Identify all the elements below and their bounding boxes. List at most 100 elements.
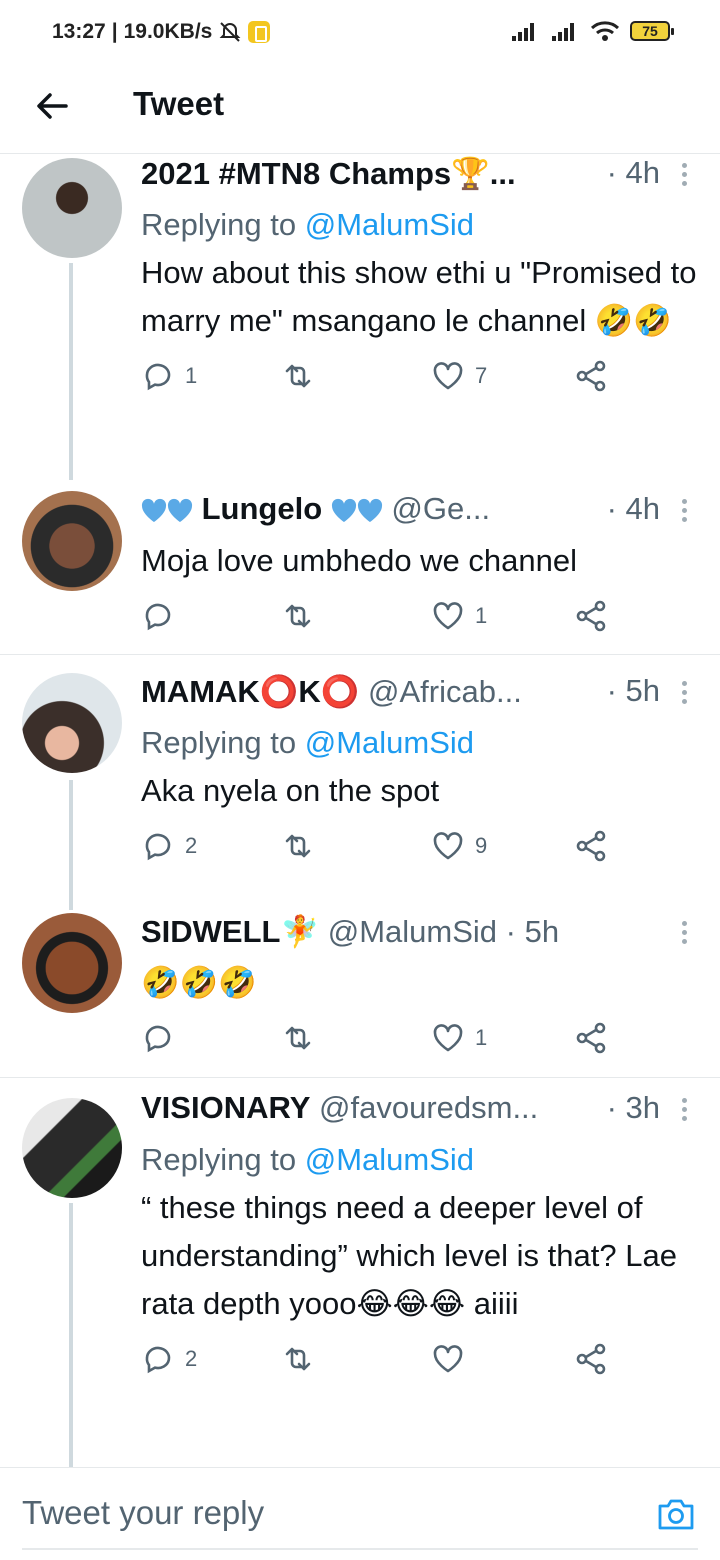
retweet-icon (285, 834, 311, 858)
share-icon (576, 1022, 606, 1054)
tweet-actions: 1 (141, 599, 700, 639)
alarm-off-icon (219, 22, 241, 42)
share-icon (576, 600, 606, 632)
tweet-item[interactable]: 2021 #MTN8 Champs🏆... · 4h Replying to @… (0, 155, 720, 480)
tweet-item[interactable]: Lungelo @Ge... · 4h Moja love umbhedo we… (0, 480, 720, 655)
like-count: 1 (475, 1025, 488, 1050)
tweet-time: · 4h (606, 155, 660, 190)
top-app-bar: Tweet (0, 64, 720, 154)
replying-to: Replying to @MalumSid (141, 207, 475, 242)
tweet-time: · 4h (606, 491, 660, 526)
tweet-actions: 1 7 (141, 359, 700, 399)
reply-button[interactable] (141, 599, 175, 633)
reply-button[interactable]: 1 (141, 359, 197, 393)
retweet-button[interactable] (281, 359, 315, 393)
retweet-button[interactable] (281, 1342, 315, 1376)
reply-icon (145, 1025, 171, 1053)
tweet-time: · 5h (606, 673, 660, 708)
blue-heart-icon (167, 498, 193, 522)
user-handle: @Africab... (368, 674, 522, 709)
tweet-actions: 1 (141, 1021, 700, 1061)
replying-to: Replying to @MalumSid (141, 725, 475, 760)
tweet-item[interactable]: SIDWELL🧚 @MalumSid · 5h 🤣🤣🤣 1 (0, 910, 720, 1078)
retweet-button[interactable] (281, 829, 315, 863)
more-icon[interactable] (680, 159, 688, 189)
like-button[interactable]: 1 (431, 1021, 487, 1055)
reply-icon (145, 1346, 171, 1374)
like-icon (433, 362, 463, 390)
tweet-item[interactable]: MAMAK⭕K⭕ @Africab... · 5h Replying to @M… (0, 656, 720, 910)
more-icon[interactable] (680, 917, 688, 947)
reply-composer[interactable]: Tweet your reply (0, 1467, 720, 1560)
thread-line (69, 780, 73, 910)
battery-indicator: 75 (630, 21, 674, 41)
avatar[interactable] (22, 1098, 122, 1198)
blue-heart-icon (141, 498, 167, 522)
like-count: 1 (475, 603, 488, 628)
reply-input[interactable]: Tweet your reply (22, 1494, 264, 1532)
retweet-button[interactable] (281, 599, 315, 633)
status-bar: 13:27 | 19.0KB/s 75 (0, 0, 720, 64)
tweet-text: How about this show ethi u "Promised to … (141, 255, 697, 338)
tweet-item[interactable]: VISIONARY @favouredsm... · 3h Replying t… (0, 1079, 720, 1467)
display-name[interactable]: Lungelo (202, 491, 323, 526)
avatar[interactable] (22, 913, 122, 1013)
reply-button[interactable]: 2 (141, 829, 197, 863)
replying-to: Replying to @MalumSid (141, 1142, 475, 1177)
back-arrow-icon[interactable] (30, 84, 74, 128)
more-icon[interactable] (680, 1094, 688, 1124)
like-button[interactable]: 9 (431, 829, 487, 863)
blue-heart-icon (357, 498, 382, 522)
display-name[interactable]: SIDWELL🧚 (141, 914, 319, 949)
more-icon[interactable] (680, 677, 688, 707)
camera-icon[interactable] (656, 1494, 696, 1534)
display-name[interactable]: VISIONARY (141, 1090, 310, 1125)
retweet-icon (285, 364, 311, 388)
share-button[interactable] (574, 829, 608, 863)
like-icon (433, 1024, 463, 1052)
tweet-time: · 5h (505, 914, 560, 949)
avatar[interactable] (22, 673, 122, 773)
like-button[interactable]: 1 (431, 599, 487, 633)
like-button[interactable]: 7 (431, 359, 487, 393)
reply-button[interactable] (141, 1021, 175, 1055)
reply-count: 1 (185, 363, 198, 388)
retweet-icon (285, 604, 311, 628)
reply-button[interactable]: 2 (141, 1342, 197, 1376)
thread-line (69, 1203, 73, 1467)
reply-icon (145, 603, 171, 631)
tweet-actions: 2 (141, 1342, 700, 1382)
retweet-icon (285, 1026, 311, 1050)
retweet-icon (285, 1347, 311, 1371)
avatar[interactable] (22, 158, 122, 258)
share-button[interactable] (574, 599, 608, 633)
tweet-text: Aka nyela on the spot (141, 773, 440, 808)
tweet-text: Moja love umbhedo we channel (141, 543, 577, 578)
mention-link[interactable]: @MalumSid (305, 725, 474, 760)
notification-app-icon (248, 21, 271, 43)
share-button[interactable] (574, 1342, 608, 1376)
user-handle: @favouredsm... (319, 1090, 539, 1125)
avatar[interactable] (22, 491, 122, 591)
mention-link[interactable]: @MalumSid (305, 207, 474, 242)
display-name[interactable]: 2021 #MTN8 Champs🏆... (141, 156, 516, 191)
like-icon (433, 832, 463, 860)
wifi-icon (590, 21, 620, 41)
share-button[interactable] (574, 1021, 608, 1055)
tweet-text: 🤣🤣🤣 (141, 965, 257, 1000)
share-icon (576, 1343, 606, 1375)
mention-link[interactable]: @MalumSid (305, 1142, 474, 1177)
signal-icon (512, 23, 534, 41)
display-name[interactable]: MAMAK⭕K⭕ (141, 674, 359, 709)
like-icon (433, 1345, 463, 1373)
reply-icon (145, 833, 171, 861)
retweet-button[interactable] (281, 1021, 315, 1055)
share-button[interactable] (574, 359, 608, 393)
like-button[interactable] (431, 1342, 465, 1376)
like-count: 9 (475, 833, 488, 858)
blue-heart-icon (331, 498, 356, 522)
reply-count: 2 (185, 833, 198, 858)
user-handle: @Ge... (391, 491, 491, 526)
more-icon[interactable] (680, 495, 688, 525)
tweet-time: · 3h (606, 1090, 660, 1125)
